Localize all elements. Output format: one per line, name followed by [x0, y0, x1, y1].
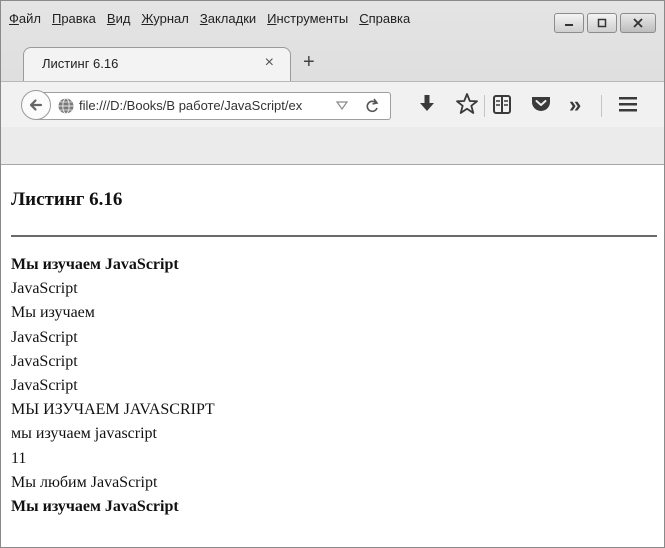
reload-icon[interactable]: [364, 96, 380, 116]
output-line: JavaScript: [11, 328, 78, 346]
bookmark-star-icon[interactable]: [455, 91, 479, 117]
maximize-button[interactable]: [587, 13, 617, 33]
browser-window: Файл Правка Вид Журнал Закладки Инструме…: [0, 0, 665, 548]
minimize-button[interactable]: [554, 13, 584, 33]
output-line: Мы изучаем: [11, 304, 95, 322]
menu-help[interactable]: Справка: [359, 11, 410, 31]
tab-active[interactable]: Листинг 6.16 ×: [23, 47, 291, 81]
page-heading: Листинг 6.16: [11, 189, 123, 210]
address-bar[interactable]: file:///D:/Books/В работе/JavaScript/ex: [35, 92, 391, 120]
menu-view[interactable]: Вид: [107, 11, 131, 31]
window-controls: [554, 13, 656, 33]
output-line: JavaScript: [11, 352, 78, 370]
maximize-icon: [597, 18, 607, 28]
toolbar-spacer: [1, 127, 664, 164]
url-text: file:///D:/Books/В работе/JavaScript/ex: [79, 98, 303, 113]
back-arrow-icon: [29, 99, 43, 111]
output-line: мы изучаем javascript: [11, 425, 157, 443]
menu-file[interactable]: Файл: [9, 11, 41, 31]
output-line: Мы любим JavaScript: [11, 473, 158, 491]
reading-list-icon[interactable]: [491, 91, 513, 117]
minimize-icon: [565, 24, 573, 26]
menu-history[interactable]: Журнал: [141, 11, 188, 31]
toolbar-separator: [601, 95, 602, 117]
back-button[interactable]: [21, 90, 51, 120]
close-icon: [633, 18, 643, 28]
output-line: JavaScript: [11, 280, 78, 298]
dropdown-arrow-icon[interactable]: [336, 98, 348, 112]
pocket-icon[interactable]: [529, 91, 553, 117]
output-line: Мы изучаем JavaScript: [11, 256, 179, 273]
globe-icon: [58, 98, 74, 114]
tab-title: Листинг 6.16: [42, 56, 119, 71]
download-icon[interactable]: [417, 91, 437, 117]
navigation-toolbar: file:///D:/Books/В работе/JavaScript/ex …: [1, 81, 664, 128]
output-line: Мы изучаем JavaScript: [11, 498, 179, 516]
overflow-chevron-icon[interactable]: »: [569, 92, 581, 118]
horizontal-rule: [11, 235, 657, 237]
new-tab-button[interactable]: +: [303, 51, 315, 74]
menu-bookmarks[interactable]: Закладки: [200, 11, 256, 31]
output-line: 11: [11, 449, 27, 467]
hamburger-menu-icon[interactable]: [617, 91, 639, 117]
menu-tools[interactable]: Инструменты: [267, 11, 348, 31]
close-window-button[interactable]: [620, 13, 656, 33]
tab-strip: Листинг 6.16 × +: [1, 45, 664, 81]
browser-chrome: Файл Правка Вид Журнал Закладки Инструме…: [1, 1, 664, 165]
tab-close-button[interactable]: ×: [265, 54, 274, 72]
menu-edit[interactable]: Правка: [52, 11, 96, 31]
output-line: МЫ ИЗУЧАЕМ JAVASCRIPT: [11, 401, 215, 419]
menu-bar: Файл Правка Вид Журнал Закладки Инструме…: [9, 11, 421, 31]
output-lines: Мы изучаем JavaScript JavaScript Мы изуч…: [11, 253, 215, 519]
toolbar-separator: [484, 95, 485, 117]
output-line: JavaScript: [11, 377, 78, 395]
